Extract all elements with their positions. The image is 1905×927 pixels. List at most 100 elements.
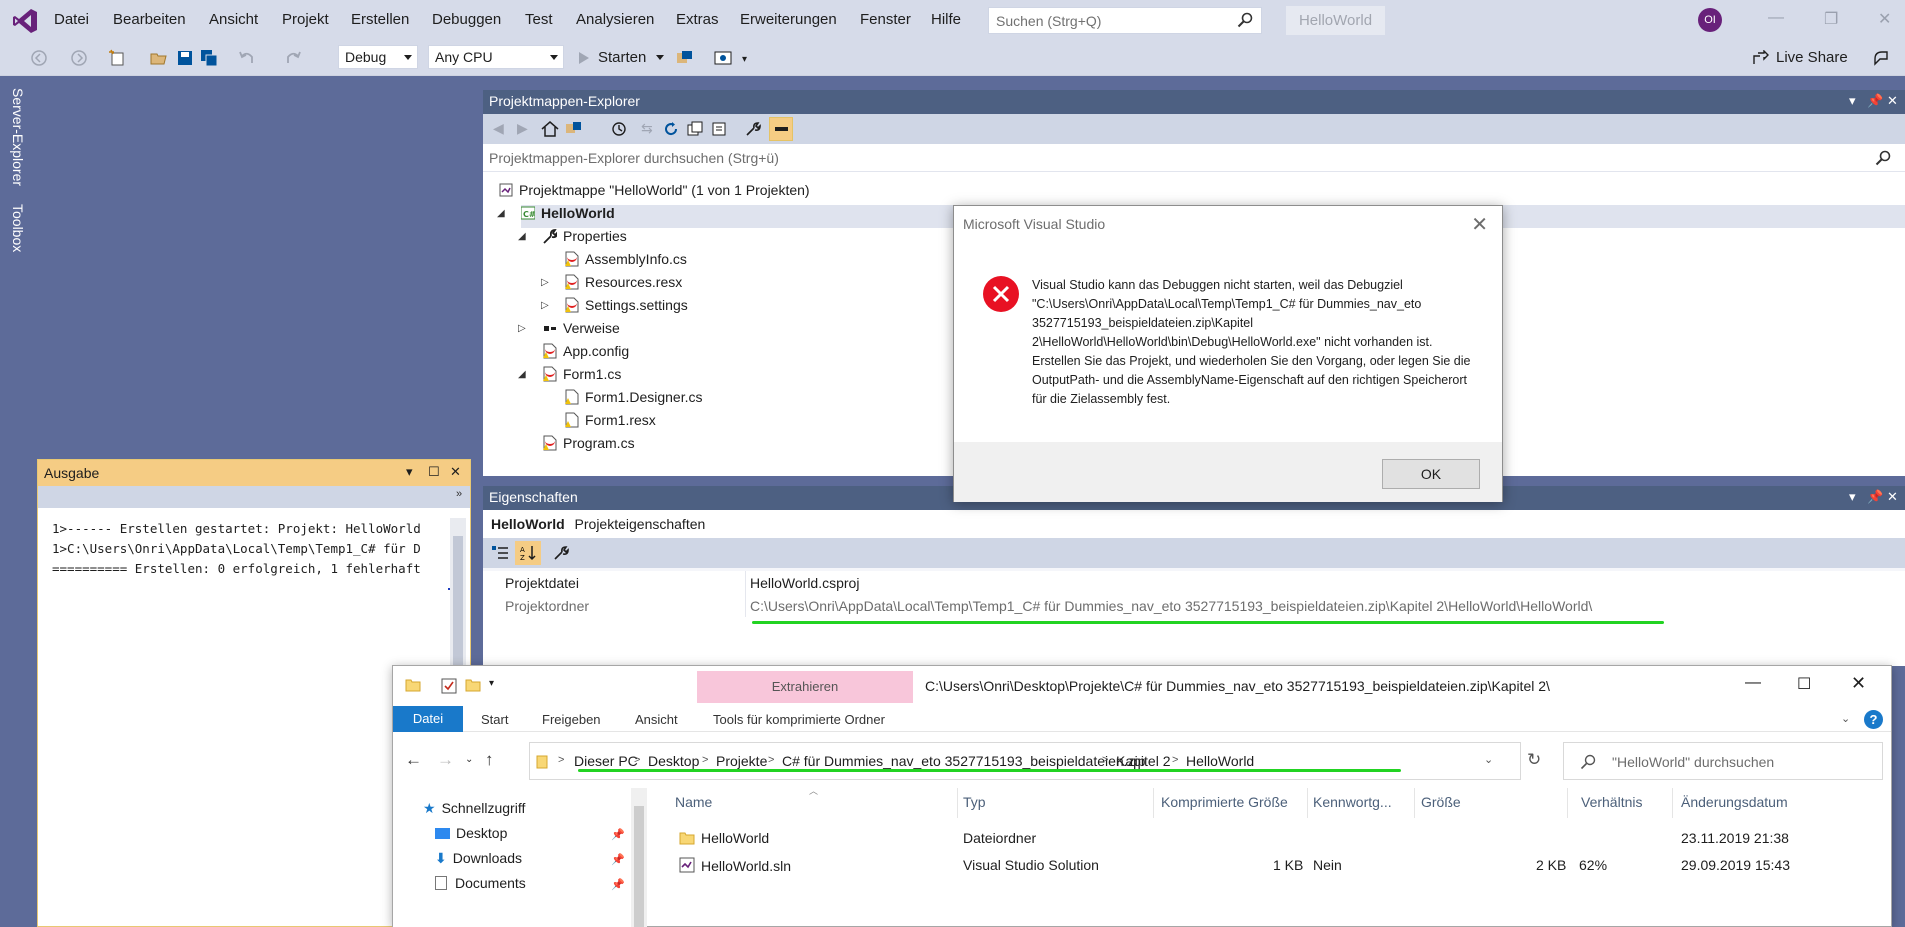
property-pages-icon[interactable] <box>553 545 569 561</box>
restore-icon[interactable]: ❐ <box>1824 9 1838 29</box>
chevron-down-icon[interactable]: ⌄ <box>1841 712 1850 725</box>
history-icon[interactable] <box>611 121 627 137</box>
dropdown-icon[interactable]: ▾ <box>1849 93 1856 109</box>
breadcrumb-dieser-pc[interactable]: Dieser PC <box>574 753 638 769</box>
visual-studio-logo-icon[interactable] <box>12 8 38 34</box>
menu-projekt[interactable]: Projekt <box>282 11 329 28</box>
menu-ansicht[interactable]: Ansicht <box>209 11 258 28</box>
forward-icon[interactable]: ▶ <box>517 120 528 137</box>
preview-selected-button[interactable] <box>769 117 793 141</box>
maximize-icon[interactable]: ☐ <box>428 464 440 480</box>
redo-icon[interactable] <box>284 49 302 67</box>
extract-context-tab[interactable]: Extrahieren <box>697 671 913 703</box>
tree-settings[interactable]: Settings.settings <box>565 297 688 320</box>
tree-program[interactable]: Program.cs <box>543 435 635 458</box>
breadcrumb-kapitel-2[interactable]: Kapitel 2 <box>1116 753 1170 769</box>
tab-toolbox[interactable]: Toolbox <box>10 204 26 252</box>
expanded-arrow-icon[interactable]: ◢ <box>497 208 505 219</box>
address-bar[interactable]: > Dieser PC > Desktop > Projekte > C# fü… <box>529 742 1521 780</box>
expanded-arrow-icon[interactable]: ◢ <box>518 231 526 242</box>
sync-icon[interactable]: ⇆ <box>641 120 653 137</box>
minimize-icon[interactable]: — <box>1768 9 1784 27</box>
recent-locations-icon[interactable]: ⌄ <box>465 754 473 765</box>
minimize-icon[interactable]: — <box>1745 674 1761 692</box>
dropdown-icon[interactable]: ▾ <box>1849 489 1856 505</box>
chevron-right-icon[interactable]: > <box>768 754 774 766</box>
properties-check-icon[interactable] <box>441 678 457 694</box>
overflow-icon[interactable]: » <box>456 488 462 500</box>
menu-erweiterungen[interactable]: Erweiterungen <box>740 11 837 28</box>
navigation-scrollbar[interactable] <box>631 788 647 927</box>
configuration-select[interactable]: Debug <box>338 45 418 69</box>
forward-arrow-icon[interactable]: → <box>437 750 454 770</box>
close-icon[interactable]: ✕ <box>1851 673 1866 694</box>
tree-form1-resx[interactable]: Form1.resx <box>565 412 656 435</box>
pin-icon[interactable]: 📌 <box>1867 489 1883 505</box>
chevron-right-icon[interactable]: > <box>1102 754 1108 766</box>
refresh-icon[interactable] <box>663 121 679 137</box>
ribbon-tab-ansicht[interactable]: Ansicht <box>635 712 678 727</box>
switch-views-icon[interactable] <box>565 121 587 137</box>
menu-erstellen[interactable]: Erstellen <box>351 11 409 28</box>
ok-button[interactable]: OK <box>1382 459 1480 489</box>
breadcrumb-desktop[interactable]: Desktop <box>648 753 699 769</box>
menu-bearbeiten[interactable]: Bearbeiten <box>113 11 186 28</box>
menu-analysieren[interactable]: Analysieren <box>576 11 654 28</box>
tree-references[interactable]: Verweise <box>543 320 620 343</box>
property-row-projektdatei[interactable]: Projektdatei HelloWorld.csproj <box>483 571 1905 594</box>
column-password[interactable]: Kennwortg... <box>1313 794 1392 810</box>
pin-icon[interactable]: 📌 <box>611 878 625 891</box>
live-share-button[interactable]: Live Share <box>1752 49 1848 66</box>
expanded-arrow-icon[interactable]: ◢ <box>518 369 526 380</box>
screenshot-icon[interactable] <box>714 49 732 67</box>
quick-access-dropdown-icon[interactable]: ▾ <box>489 678 494 689</box>
platform-select[interactable]: Any CPU <box>428 45 564 69</box>
column-name[interactable]: Name <box>675 794 712 810</box>
close-icon[interactable]: ✕ <box>1887 489 1898 505</box>
property-row-projektordner[interactable]: Projektordner C:\Users\Onri\AppData\Loca… <box>483 594 1905 617</box>
ribbon-tab-datei[interactable]: Datei <box>393 706 463 732</box>
tree-properties[interactable]: Properties <box>543 228 627 251</box>
column-compressed-size[interactable]: Komprimierte Größe <box>1161 794 1288 810</box>
browser-link-icon[interactable] <box>676 49 694 67</box>
new-folder-icon[interactable] <box>465 678 481 692</box>
tab-server-explorer[interactable]: Server-Explorer <box>10 88 26 186</box>
chevron-right-icon[interactable]: > <box>702 754 708 766</box>
feedback-icon[interactable] <box>1872 49 1890 67</box>
pin-icon[interactable]: 📌 <box>611 853 625 866</box>
close-icon[interactable]: ✕ <box>1887 93 1898 109</box>
back-icon[interactable] <box>30 49 48 67</box>
back-arrow-icon[interactable]: ← <box>405 750 422 770</box>
menu-extras[interactable]: Extras <box>676 11 719 28</box>
close-icon[interactable]: ✕ <box>450 464 461 480</box>
column-size[interactable]: Größe <box>1421 794 1461 810</box>
menu-fenster[interactable]: Fenster <box>860 11 911 28</box>
pin-icon[interactable]: 📌 <box>611 828 625 841</box>
solution-search-input[interactable]: Projektmappen-Explorer durchsuchen (Strg… <box>483 144 1905 172</box>
tree-solution[interactable]: Projektmappe "HelloWorld" (1 von 1 Proje… <box>499 182 810 205</box>
chevron-down-icon[interactable]: ⌄ <box>1484 753 1493 766</box>
ribbon-tab-start[interactable]: Start <box>481 712 508 727</box>
collapsed-arrow-icon[interactable]: ▷ <box>541 300 549 311</box>
close-icon[interactable]: ✕ <box>1878 9 1891 29</box>
maximize-icon[interactable]: ☐ <box>1797 674 1811 694</box>
wrench-icon[interactable] <box>745 121 761 137</box>
menu-hilfe[interactable]: Hilfe <box>931 11 961 28</box>
nav-desktop[interactable]: Desktop <box>435 825 507 841</box>
menu-test[interactable]: Test <box>525 11 553 28</box>
open-folder-icon[interactable] <box>150 49 168 67</box>
up-arrow-icon[interactable]: ↑ <box>485 750 494 770</box>
nav-downloads[interactable]: ⬇ Downloads <box>435 850 522 867</box>
menu-debuggen[interactable]: Debuggen <box>432 11 501 28</box>
save-icon[interactable] <box>176 49 194 67</box>
search-box[interactable]: Suchen (Strg+Q) <box>988 7 1262 34</box>
overflow-icon[interactable]: ▾ <box>742 54 747 65</box>
refresh-icon[interactable]: ↻ <box>1527 750 1541 770</box>
properties-object-selector[interactable]: HelloWorld Projekteigenschaften <box>483 510 1905 538</box>
undo-icon[interactable] <box>238 49 256 67</box>
start-button[interactable]: Starten <box>572 46 664 70</box>
show-all-files-icon[interactable] <box>711 121 727 137</box>
breadcrumb-helloworld[interactable]: HelloWorld <box>1186 753 1254 769</box>
nav-quick-access[interactable]: ★ Schnellzugriff <box>423 800 525 817</box>
explorer-search-input[interactable]: "HelloWorld" durchsuchen <box>1563 742 1883 780</box>
